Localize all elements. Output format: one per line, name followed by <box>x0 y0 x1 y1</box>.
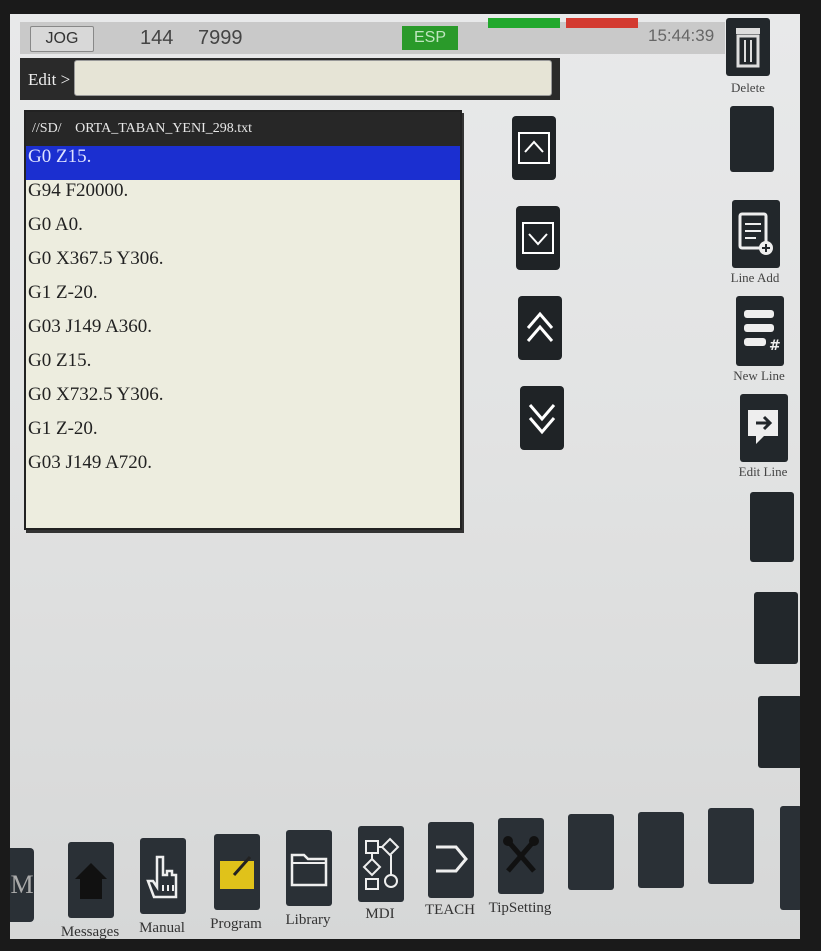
manual-label: Manual <box>139 920 185 936</box>
delete-label: Delete <box>731 80 765 95</box>
trash-icon <box>736 28 760 68</box>
chevron-up-icon <box>518 132 550 164</box>
messages-label: Messages <box>60 924 120 939</box>
new-line-button[interactable]: # <box>736 296 784 366</box>
file-name: ORTA_TABAN_YENI_298.txt <box>75 121 253 136</box>
file-header: //SD/ ORTA_TABAN_YENI_298.txt <box>26 112 460 146</box>
line-add-button[interactable] <box>732 200 780 268</box>
code-line[interactable]: G0 X367.5 Y306. <box>26 248 460 282</box>
program-panel: //SD/ ORTA_TABAN_YENI_298.txt G0 Z15. G9… <box>24 110 462 530</box>
program-folder-icon <box>220 856 254 889</box>
edit-arrow-icon <box>748 410 778 444</box>
program-label: Program <box>210 916 262 932</box>
list-insert-icon: # <box>744 310 781 354</box>
code-line[interactable]: G1 Z-20. <box>26 282 460 316</box>
status-red-bar <box>566 18 638 28</box>
document-add-icon <box>738 212 773 255</box>
delete-button[interactable] <box>726 18 770 76</box>
edit-line-button[interactable] <box>740 394 788 462</box>
status-green-bar <box>488 18 560 28</box>
page-up-button[interactable] <box>518 296 562 360</box>
edit-label: Edit > <box>28 70 71 89</box>
code-line[interactable]: G1 Z-20. <box>26 418 460 452</box>
side-button-blank-2[interactable] <box>750 492 794 562</box>
chevron-down-icon <box>522 222 554 254</box>
tools-icon <box>503 836 539 873</box>
m-button[interactable]: M <box>10 848 34 922</box>
status-value-b: 7999 <box>198 27 243 49</box>
line-up-button[interactable] <box>512 116 556 180</box>
bottom-button-blank-1[interactable] <box>568 814 614 890</box>
hand-pointer-icon <box>146 855 178 899</box>
mdi-label: MDI <box>365 906 395 922</box>
code-line[interactable]: G0 Z15. <box>26 146 460 180</box>
side-button-blank-4[interactable] <box>758 696 800 768</box>
bottom-button-blank-3[interactable] <box>708 808 754 884</box>
status-value-a: 144 <box>140 27 174 49</box>
bottom-button-blank-4[interactable] <box>780 806 800 910</box>
teach-arrow-icon <box>436 845 468 873</box>
svg-text:#: # <box>769 338 781 354</box>
code-line[interactable]: G0 A0. <box>26 214 460 248</box>
line-add-label: Line Add <box>730 270 780 285</box>
manual-button[interactable] <box>140 838 186 914</box>
hmi-screen: JOG 144 7999 ESP 15:44:39 Edit > //SD/ O… <box>10 14 800 939</box>
m-label: M <box>10 870 34 899</box>
mode-button[interactable]: JOG <box>30 26 94 52</box>
folder-icon <box>290 853 328 887</box>
mdi-button[interactable] <box>358 826 404 902</box>
side-button-blank-1[interactable] <box>730 106 774 172</box>
teach-button[interactable] <box>428 822 474 898</box>
double-chevron-up-icon <box>526 311 554 342</box>
home-icon <box>75 863 107 899</box>
code-line[interactable]: G94 F20000. <box>26 180 460 214</box>
line-down-button[interactable] <box>516 206 560 270</box>
flowchart-icon <box>362 837 400 890</box>
code-line[interactable]: G0 X732.5 Y306. <box>26 384 460 418</box>
code-line[interactable]: G03 J149 A360. <box>26 316 460 350</box>
library-label: Library <box>285 912 331 928</box>
tipsetting-button[interactable] <box>498 818 544 894</box>
messages-button[interactable] <box>68 842 114 918</box>
new-line-label: New Line <box>733 368 785 383</box>
library-button[interactable] <box>286 830 332 906</box>
edit-line-label: Edit Line <box>738 464 788 479</box>
teach-label: TEACH <box>425 902 475 918</box>
side-button-blank-3[interactable] <box>754 592 798 664</box>
code-line[interactable]: G0 Z15. <box>26 350 460 384</box>
file-path: //SD/ <box>32 121 62 136</box>
edit-input[interactable] <box>74 60 552 96</box>
tipsetting-label: TipSetting <box>488 900 552 916</box>
code-line[interactable]: G03 J149 A720. <box>26 452 460 486</box>
clock: 15:44:39 <box>648 26 715 45</box>
page-down-button[interactable] <box>520 386 564 450</box>
double-chevron-down-icon <box>528 404 556 435</box>
bottom-button-blank-2[interactable] <box>638 812 684 888</box>
esp-indicator: ESP <box>402 26 458 50</box>
program-button[interactable] <box>214 834 260 910</box>
